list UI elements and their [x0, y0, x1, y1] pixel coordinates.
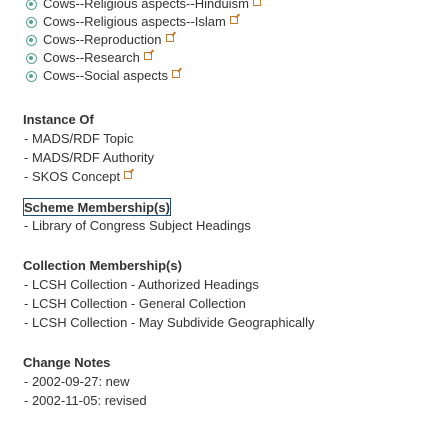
change-note-label: - 2002-11-05: revised	[24, 393, 147, 408]
scheme-membership-item: - Library of Congress Subject Headings	[24, 216, 448, 235]
narrower-term-link[interactable]: Cows--Research	[43, 49, 140, 67]
collection-membership-list: - LCSH Collection - Authorized Headings …	[23, 275, 448, 332]
instance-of-link[interactable]: - SKOS Concept	[24, 169, 120, 184]
collection-membership-section: Collection Membership(s) - LCSH Collecti…	[0, 257, 448, 332]
collection-membership-heading: Collection Membership(s)	[23, 258, 182, 273]
change-note-item: - 2002-09-27: new	[24, 372, 448, 391]
narrower-term-link[interactable]: Cows--Social aspects	[43, 67, 168, 85]
scheme-membership-label: - Library of Congress Subject Headings	[24, 218, 251, 233]
scheme-membership-list: - Library of Congress Subject Headings	[23, 216, 448, 235]
change-notes-list: - 2002-09-27: new - 2002-11-05: revised	[23, 372, 448, 410]
collection-membership-label: - LCSH Collection - May Subdivide Geogra…	[24, 315, 315, 330]
narrower-term-item[interactable]: Cows--Religious aspects--Hinduism	[26, 0, 448, 13]
instance-of-item: - MADS/RDF Topic	[24, 129, 448, 148]
narrower-term-link[interactable]: Cows--Religious aspects--Hinduism	[43, 0, 249, 13]
collection-membership-label: - LCSH Collection - General Collection	[24, 296, 246, 311]
collection-membership-label: - LCSH Collection - Authorized Headings	[24, 277, 259, 292]
collection-membership-item: - LCSH Collection - Authorized Headings	[24, 275, 448, 294]
narrower-term-link[interactable]: Cows--Reproduction	[43, 31, 162, 49]
narrower-term-item[interactable]: Cows--Social aspects	[26, 67, 448, 85]
topic-icon	[26, 0, 37, 10]
change-notes-heading: Change Notes	[23, 355, 111, 370]
instance-of-label: - MADS/RDF Topic	[24, 131, 134, 146]
scheme-membership-heading[interactable]: Scheme Membership(s)	[23, 198, 171, 216]
change-note-label: - 2002-09-27: new	[24, 374, 130, 389]
external-link-icon[interactable]	[229, 16, 238, 24]
external-link-icon[interactable]	[165, 34, 174, 42]
change-notes-section: Change Notes - 2002-09-27: new - 2002-11…	[0, 354, 448, 410]
scheme-membership-section: Scheme Membership(s) - Library of Congre…	[0, 198, 448, 235]
topic-icon	[26, 52, 37, 64]
instance-of-item: - MADS/RDF Authority	[24, 148, 448, 167]
collection-membership-item: - LCSH Collection - General Collection	[24, 294, 448, 313]
external-link-icon[interactable]	[252, 0, 261, 6]
change-note-item: - 2002-11-05: revised	[24, 391, 448, 410]
instance-of-heading: Instance Of	[23, 112, 94, 127]
external-link-icon[interactable]	[143, 52, 152, 60]
topic-icon	[26, 70, 37, 82]
page: { "narrower_terms": [ {"label": "Cows--R…	[0, 0, 448, 448]
instance-of-item[interactable]: - SKOS Concept	[24, 167, 448, 186]
collection-membership-item: - LCSH Collection - May Subdivide Geogra…	[24, 313, 448, 332]
instance-of-section: Instance Of - MADS/RDF Topic - MADS/RDF …	[0, 111, 448, 186]
external-link-icon[interactable]	[124, 171, 133, 179]
narrower-term-link[interactable]: Cows--Religious aspects--Islam	[43, 13, 226, 31]
external-link-icon[interactable]	[172, 70, 180, 78]
instance-of-list: - MADS/RDF Topic - MADS/RDF Authority - …	[23, 129, 448, 186]
narrower-term-item[interactable]: Cows--Reproduction	[26, 31, 448, 49]
content-area: Cows--Religious aspects--Hinduism Cows--…	[0, 0, 448, 410]
instance-of-label: - MADS/RDF Authority	[24, 150, 155, 165]
narrower-terms-list: Cows--Religious aspects--Hinduism Cows--…	[0, 0, 448, 85]
topic-icon	[26, 16, 37, 28]
topic-icon	[26, 34, 37, 46]
narrower-term-item[interactable]: Cows--Research	[26, 49, 448, 67]
narrower-term-item[interactable]: Cows--Religious aspects--Islam	[26, 13, 448, 31]
